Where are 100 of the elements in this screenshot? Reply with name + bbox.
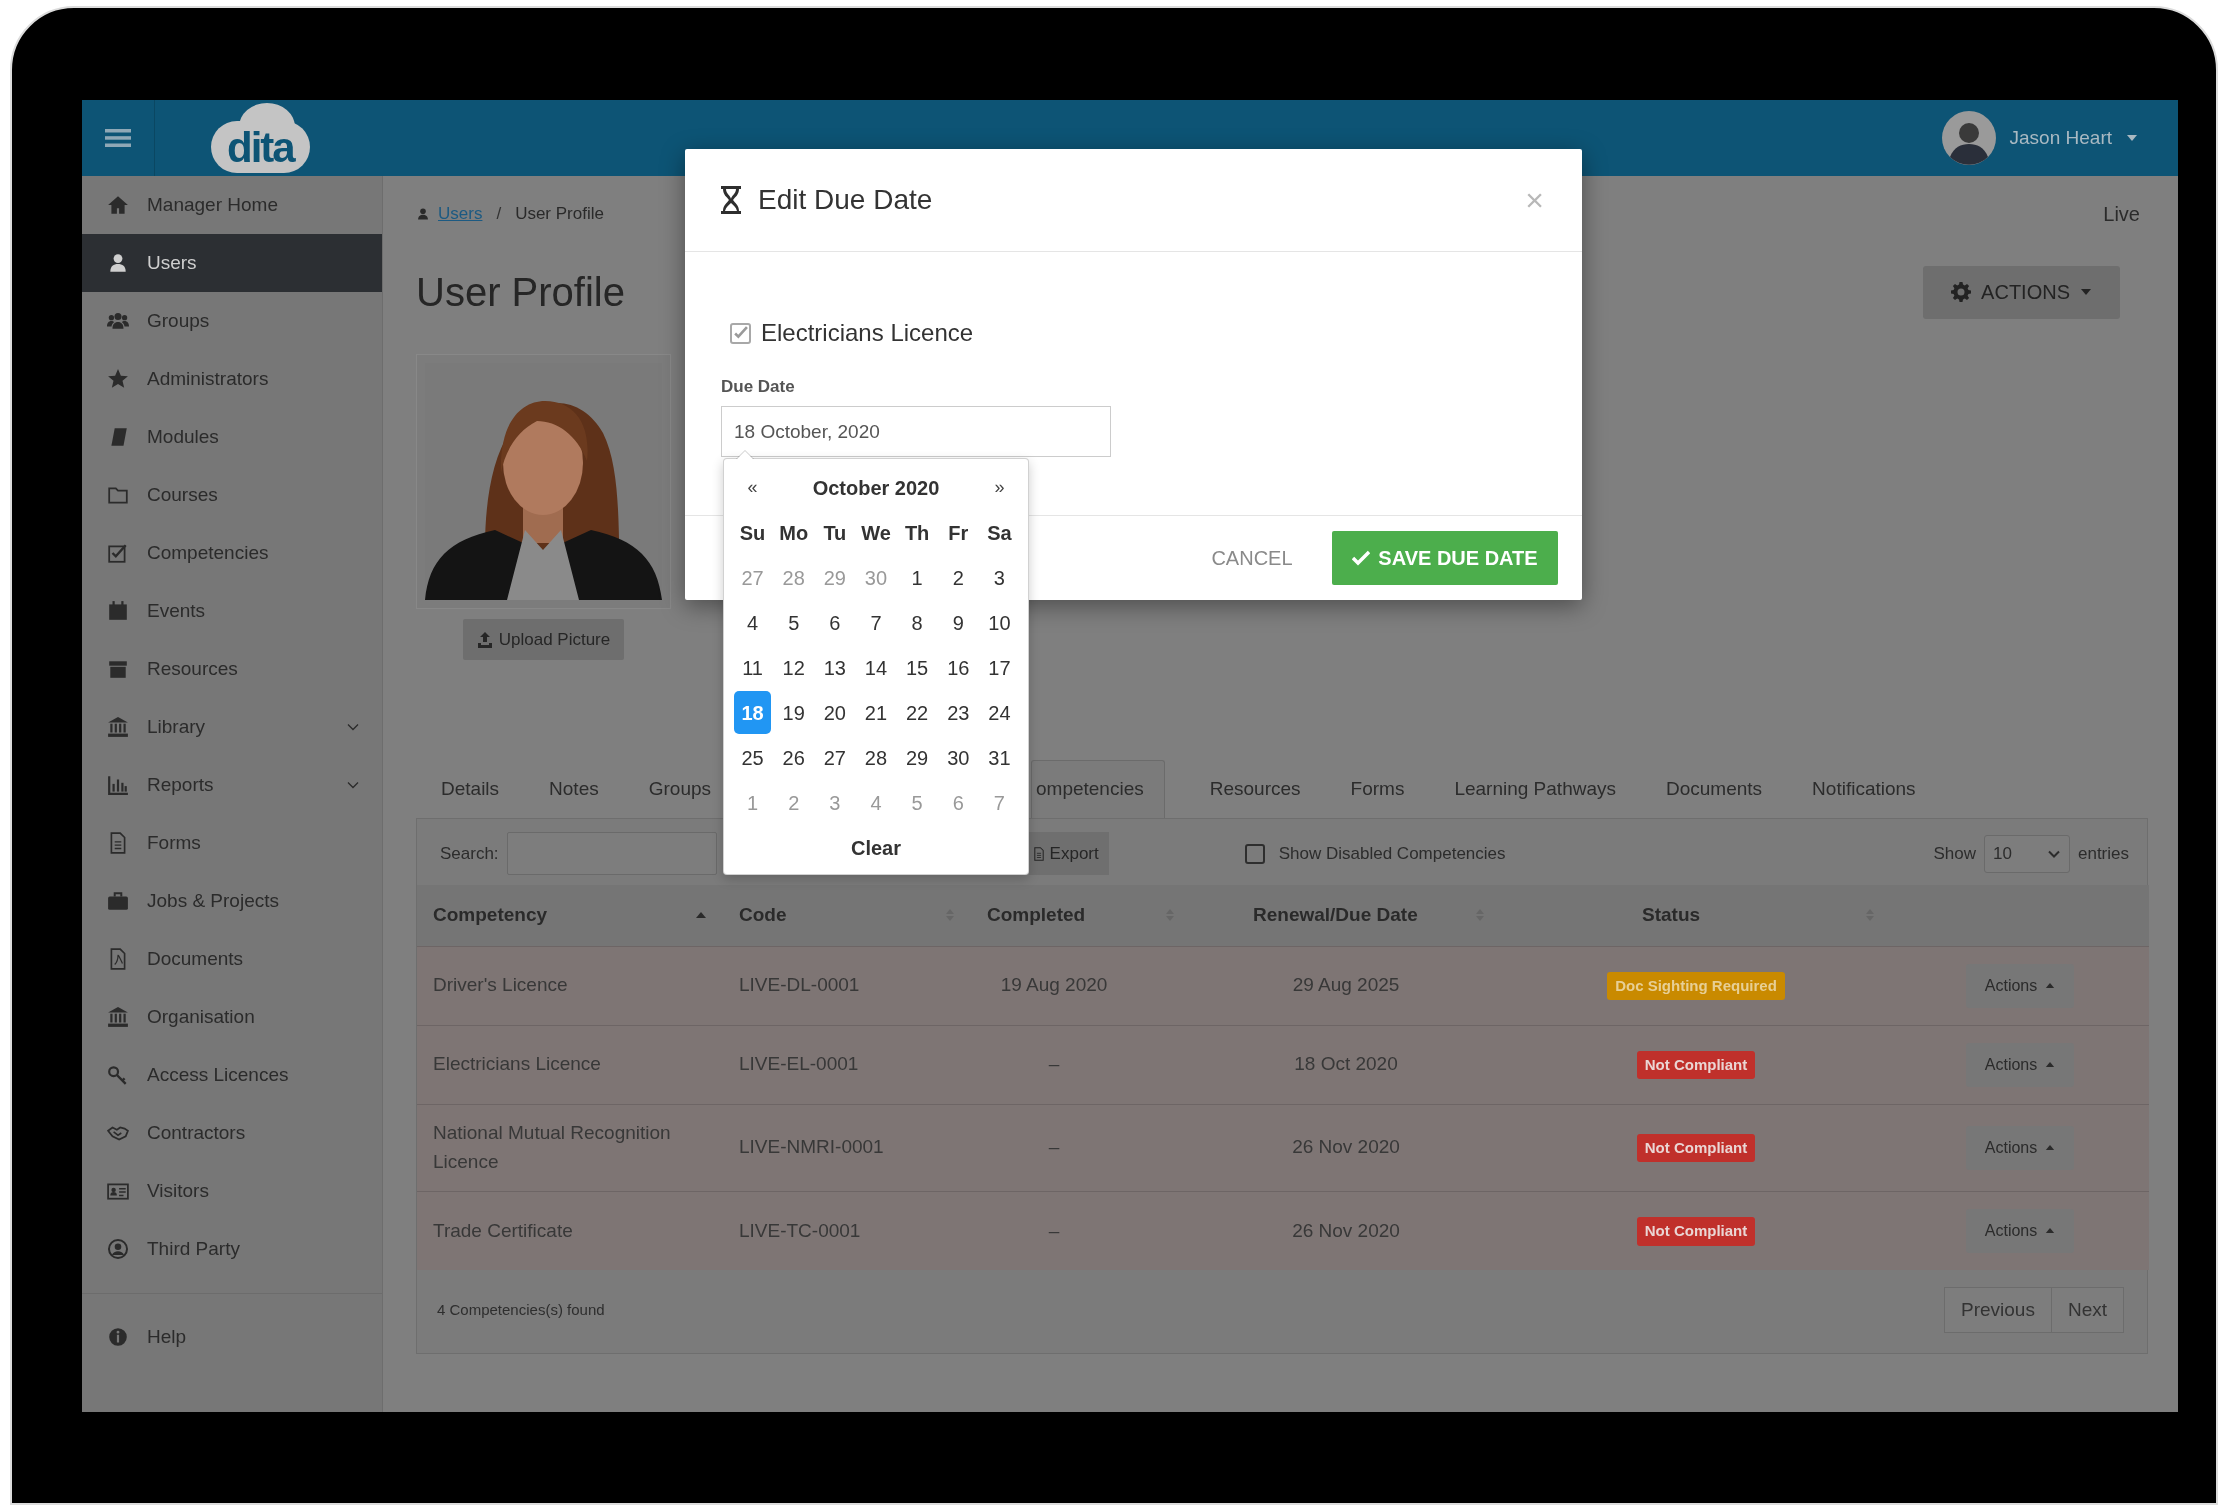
tab[interactable]: Groups bbox=[643, 760, 717, 818]
checkbox[interactable] bbox=[1244, 843, 1265, 864]
clear-button[interactable]: Clear bbox=[732, 825, 1020, 870]
calendar-day[interactable]: 21 bbox=[855, 690, 897, 735]
page-size-select[interactable]: 10 bbox=[1983, 834, 2070, 873]
sidebar-item[interactable]: Users bbox=[82, 234, 382, 292]
column-header[interactable]: Code bbox=[739, 901, 787, 930]
calendar-day[interactable]: 5 bbox=[896, 780, 938, 825]
previous-month-button[interactable]: « bbox=[732, 465, 774, 510]
calendar-day[interactable]: 3 bbox=[978, 555, 1020, 600]
sidebar-item[interactable]: Access Licences bbox=[82, 1046, 382, 1104]
tab[interactable]: Learning Pathways bbox=[1449, 760, 1621, 818]
next-month-button[interactable]: » bbox=[978, 465, 1020, 510]
sidebar-item[interactable]: Administrators bbox=[82, 350, 382, 408]
month-title[interactable]: October 2020 bbox=[773, 465, 979, 510]
calendar-day[interactable]: 7 bbox=[855, 600, 897, 645]
tab[interactable]: Details bbox=[436, 760, 505, 818]
save-button[interactable]: SAVE DUE DATE bbox=[1332, 531, 1558, 585]
calendar-day[interactable]: 26 bbox=[773, 735, 815, 780]
calendar-day[interactable]: 15 bbox=[896, 645, 938, 690]
tab[interactable]: Forms bbox=[1345, 760, 1410, 818]
sidebar-item[interactable]: Library bbox=[82, 698, 382, 756]
sidebar-item[interactable]: Visitors bbox=[82, 1162, 382, 1220]
calendar-day[interactable]: 7 bbox=[978, 780, 1020, 825]
sidebar-item[interactable]: Third Party bbox=[82, 1220, 382, 1278]
actions-button[interactable]: Actions bbox=[1966, 1125, 2074, 1170]
table-cell: 18 Oct 2020 bbox=[1191, 1025, 1501, 1104]
calendar-day[interactable]: 28 bbox=[773, 555, 815, 600]
sidebar-item[interactable]: Forms bbox=[82, 814, 382, 872]
calendar-day[interactable]: 4 bbox=[732, 600, 774, 645]
tab[interactable]: Notes bbox=[544, 760, 604, 818]
breadcrumb-link[interactable]: Users bbox=[438, 201, 483, 227]
tab[interactable]: Documents bbox=[1661, 760, 1768, 818]
settings-icon bbox=[1951, 282, 1972, 302]
actions-button[interactable]: Actions bbox=[1966, 963, 2074, 1008]
tab[interactable]: Notifications bbox=[1807, 760, 1921, 818]
calendar-day[interactable]: 6 bbox=[814, 600, 856, 645]
calendar-day[interactable]: 2 bbox=[937, 555, 979, 600]
sidebar-item[interactable]: Help bbox=[82, 1308, 382, 1366]
weekday-label: Su bbox=[738, 520, 767, 546]
calendar-day[interactable]: 20 bbox=[814, 690, 856, 735]
sidebar-item[interactable]: Modules bbox=[82, 408, 382, 466]
export-button[interactable]: Export bbox=[1028, 832, 1109, 875]
calendar-day[interactable]: 11 bbox=[732, 645, 774, 690]
calendar-day[interactable]: 27 bbox=[814, 735, 856, 780]
calendar-day[interactable]: 6 bbox=[937, 780, 979, 825]
calendar-day[interactable]: 28 bbox=[855, 735, 897, 780]
calendar-day[interactable]: 18 bbox=[734, 691, 772, 734]
column-header[interactable]: Status bbox=[1642, 901, 1701, 930]
calendar-day[interactable]: 19 bbox=[773, 690, 815, 735]
calendar-day[interactable]: 13 bbox=[814, 645, 856, 690]
calendar-day[interactable]: 14 bbox=[855, 645, 897, 690]
calendar-day[interactable]: 1 bbox=[896, 555, 938, 600]
sidebar-item[interactable]: Documents bbox=[82, 930, 382, 988]
calendar-day[interactable]: 2 bbox=[773, 780, 815, 825]
calendar-day[interactable]: 29 bbox=[896, 735, 938, 780]
calendar-day[interactable]: 12 bbox=[773, 645, 815, 690]
sidebar-item[interactable]: Groups bbox=[82, 292, 382, 350]
logo[interactable]: dita bbox=[211, 103, 310, 173]
calendar-day[interactable]: 30 bbox=[937, 735, 979, 780]
sidebar-item[interactable]: Competencies bbox=[82, 524, 382, 582]
menu-icon[interactable] bbox=[105, 128, 131, 148]
calendar-day[interactable]: 1 bbox=[732, 780, 774, 825]
calendar-day[interactable]: 31 bbox=[978, 735, 1020, 780]
sidebar-item[interactable]: Reports bbox=[82, 756, 382, 814]
sidebar-item[interactable]: Courses bbox=[82, 466, 382, 524]
calendar-day[interactable]: 3 bbox=[814, 780, 856, 825]
cancel-button[interactable]: CANCEL bbox=[1192, 531, 1312, 585]
sidebar-item[interactable]: Resources bbox=[82, 640, 382, 698]
sidebar-item[interactable]: Organisation bbox=[82, 988, 382, 1046]
sidebar-item[interactable]: Manager Home bbox=[82, 176, 382, 234]
actions-button[interactable]: Actions bbox=[1966, 1042, 2074, 1087]
pagination-button[interactable]: Previous bbox=[1944, 1287, 2052, 1333]
calendar-day[interactable]: 16 bbox=[937, 645, 979, 690]
upload-button[interactable]: Upload Picture bbox=[462, 619, 625, 660]
sidebar-item[interactable]: Jobs & Projects bbox=[82, 872, 382, 930]
sidebar-item[interactable]: Contractors bbox=[82, 1104, 382, 1162]
tab[interactable]: Resources bbox=[1204, 760, 1306, 818]
calendar-day[interactable]: 24 bbox=[978, 690, 1020, 735]
user-name[interactable]: Jason Heart bbox=[2009, 123, 2112, 153]
close-button[interactable]: × bbox=[1525, 184, 1544, 216]
calendar-day[interactable]: 22 bbox=[896, 690, 938, 735]
actions-button[interactable]: Actions bbox=[1966, 1208, 2074, 1253]
tab[interactable]: ompetencies bbox=[1031, 760, 1165, 818]
calendar-day[interactable]: 23 bbox=[937, 690, 979, 735]
calendar-day[interactable]: 8 bbox=[896, 600, 938, 645]
calendar-day[interactable]: 25 bbox=[732, 735, 774, 780]
sidebar-item[interactable]: Events bbox=[82, 582, 382, 640]
calendar-day[interactable]: 30 bbox=[855, 555, 897, 600]
calendar-day[interactable]: 17 bbox=[978, 645, 1020, 690]
calendar-day[interactable]: 5 bbox=[773, 600, 815, 645]
pagination-button[interactable]: Next bbox=[2051, 1287, 2124, 1333]
calendar-day[interactable]: 4 bbox=[855, 780, 897, 825]
column-header[interactable]: Competency bbox=[433, 901, 548, 930]
calendar-day[interactable]: 9 bbox=[937, 600, 979, 645]
calendar-day[interactable]: 27 bbox=[732, 555, 774, 600]
actions-button[interactable]: ACTIONS bbox=[1923, 265, 2120, 319]
date-field[interactable]: 18 October, 2020 bbox=[721, 406, 1111, 457]
calendar-day[interactable]: 10 bbox=[978, 600, 1020, 645]
calendar-day[interactable]: 29 bbox=[814, 555, 856, 600]
